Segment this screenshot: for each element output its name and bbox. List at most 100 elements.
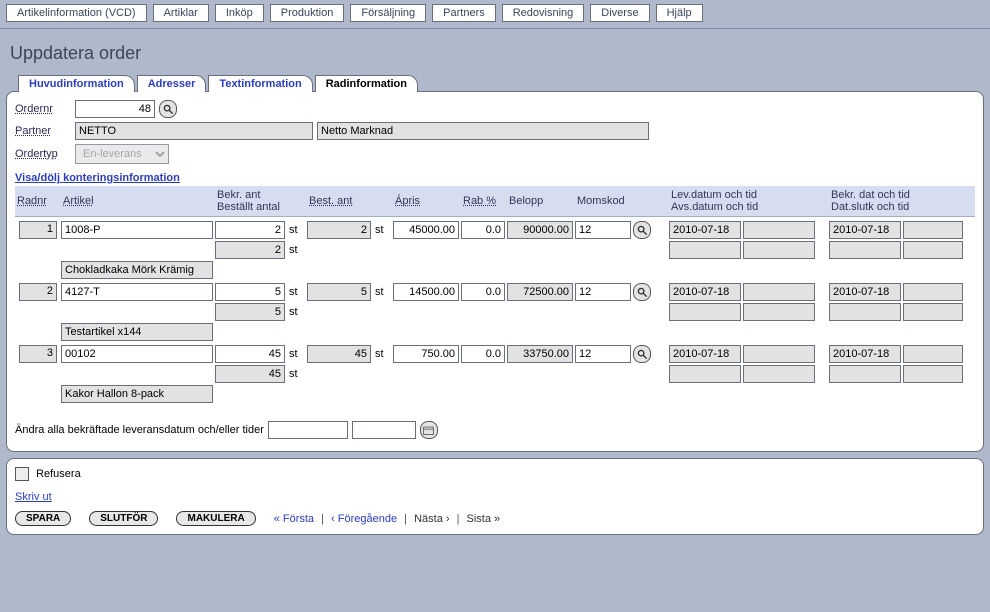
bekr-ant-input[interactable] bbox=[215, 283, 285, 301]
tab-textinformation[interactable]: Textinformation bbox=[208, 75, 312, 92]
menu-inkop[interactable]: Inköp bbox=[215, 4, 264, 22]
bulk-time-input[interactable] bbox=[352, 421, 416, 439]
best-ant-field bbox=[307, 221, 371, 239]
ordernr-label: Ordernr bbox=[15, 103, 71, 115]
best-ant-field bbox=[307, 283, 371, 301]
table-row-secondary: st bbox=[15, 365, 975, 383]
artikel-name-field bbox=[61, 261, 213, 279]
belopp-field bbox=[507, 283, 573, 301]
menu-partners[interactable]: Partners bbox=[432, 4, 496, 22]
menu-diverse[interactable]: Diverse bbox=[590, 4, 649, 22]
table-row-name bbox=[15, 385, 975, 403]
makulera-button[interactable]: MAKULERA bbox=[176, 511, 255, 526]
momskod-lookup-button[interactable] bbox=[633, 283, 651, 301]
toggle-kontering-link[interactable]: Visa/dölj konteringsinformation bbox=[15, 168, 975, 186]
bekr-datum-field bbox=[829, 221, 901, 239]
slutk-datum-field bbox=[829, 241, 901, 259]
col-belopp: Belopp bbox=[507, 194, 573, 208]
refusera-row: Refusera bbox=[15, 467, 975, 481]
menu-forsaljning[interactable]: Försäljning bbox=[350, 4, 426, 22]
avs-tid-field bbox=[743, 241, 815, 259]
col-bekr-bestallt: Bekr. ant Beställt antal bbox=[215, 188, 305, 214]
momskod-input[interactable] bbox=[575, 221, 631, 239]
slutk-tid-field bbox=[903, 365, 963, 383]
bekr-datum-field bbox=[829, 345, 901, 363]
lev-tid-field bbox=[743, 221, 815, 239]
avs-datum-field bbox=[669, 241, 741, 259]
refusera-checkbox[interactable] bbox=[15, 467, 29, 481]
col-apris: Ápris bbox=[393, 194, 459, 208]
slutk-tid-field bbox=[903, 303, 963, 321]
artikel-name-field bbox=[61, 385, 213, 403]
menu-redovisning[interactable]: Redovisning bbox=[502, 4, 585, 22]
refusera-label: Refusera bbox=[36, 468, 81, 480]
bekr-tid-field bbox=[903, 283, 963, 301]
momskod-input[interactable] bbox=[575, 345, 631, 363]
bekr-ant-input[interactable] bbox=[215, 345, 285, 363]
spara-button[interactable]: SPARA bbox=[15, 511, 71, 526]
momskod-lookup-button[interactable] bbox=[633, 345, 651, 363]
apris-input[interactable] bbox=[393, 345, 459, 363]
tab-adresser[interactable]: Adresser bbox=[137, 75, 207, 92]
momskod-input[interactable] bbox=[575, 283, 631, 301]
col-lev-avs: Lev.datum och tid Avs.datum och tid bbox=[669, 188, 815, 214]
skriv-ut-link[interactable]: Skriv ut bbox=[15, 491, 52, 503]
main-menubar: Artikelinformation (VCD) Artiklar Inköp … bbox=[0, 0, 990, 29]
artikel-code-input[interactable] bbox=[61, 345, 213, 363]
rab-input[interactable] bbox=[461, 283, 505, 301]
ordernr-input[interactable] bbox=[75, 100, 155, 118]
slutfor-button[interactable]: SLUTFÖR bbox=[89, 511, 158, 526]
search-icon bbox=[637, 349, 648, 360]
ordertyp-select: En-leverans bbox=[75, 144, 169, 164]
unit-label: st bbox=[287, 306, 305, 318]
belopp-field bbox=[507, 221, 573, 239]
lev-datum-field bbox=[669, 345, 741, 363]
menu-artiklar[interactable]: Artiklar bbox=[153, 4, 209, 22]
table-row: 1stst bbox=[15, 221, 975, 239]
unit-label: st bbox=[287, 244, 305, 256]
search-icon bbox=[637, 287, 648, 298]
rab-input[interactable] bbox=[461, 221, 505, 239]
pager-first[interactable]: « Första bbox=[274, 513, 314, 525]
artikel-code-input[interactable] bbox=[61, 221, 213, 239]
col-best-ant: Best. ant bbox=[307, 194, 391, 208]
col-momskod: Momskod bbox=[575, 194, 655, 208]
best-ant-field bbox=[307, 345, 371, 363]
rab-input[interactable] bbox=[461, 345, 505, 363]
bulk-date-input[interactable] bbox=[268, 421, 348, 439]
bestallt-antal-field bbox=[215, 241, 285, 259]
avs-datum-field bbox=[669, 303, 741, 321]
tabstrip: Huvudinformation Adresser Textinformatio… bbox=[18, 75, 990, 92]
bekr-datum-field bbox=[829, 283, 901, 301]
footer-panel: Refusera Skriv ut SPARA SLUTFÖR MAKULERA… bbox=[6, 458, 984, 535]
apris-input[interactable] bbox=[393, 221, 459, 239]
bekr-tid-field bbox=[903, 221, 963, 239]
tab-huvudinformation[interactable]: Huvudinformation bbox=[18, 75, 135, 92]
tab-radinformation[interactable]: Radinformation bbox=[315, 75, 418, 92]
partner-label: Partner bbox=[15, 125, 71, 137]
search-icon bbox=[637, 225, 648, 236]
momskod-lookup-button[interactable] bbox=[633, 221, 651, 239]
calendar-icon bbox=[423, 425, 434, 436]
lev-datum-field bbox=[669, 283, 741, 301]
pager-prev[interactable]: ‹ Föregående bbox=[331, 513, 397, 525]
bekr-ant-input[interactable] bbox=[215, 221, 285, 239]
menu-hjalp[interactable]: Hjälp bbox=[656, 4, 703, 22]
menu-produktion[interactable]: Produktion bbox=[270, 4, 345, 22]
table-row: 3stst bbox=[15, 345, 975, 363]
col-bekr-dat: Bekr. dat och tid Dat.slutk och tid bbox=[829, 188, 963, 214]
ordernr-lookup-button[interactable] bbox=[159, 100, 177, 118]
row-number: 2 bbox=[19, 283, 57, 301]
slutk-datum-field bbox=[829, 365, 901, 383]
unit-label: st bbox=[287, 286, 305, 298]
avs-tid-field bbox=[743, 365, 815, 383]
avs-datum-field bbox=[669, 365, 741, 383]
row-number: 1 bbox=[19, 221, 57, 239]
artikel-code-input[interactable] bbox=[61, 283, 213, 301]
bulk-calendar-button[interactable] bbox=[420, 421, 438, 439]
row-number: 3 bbox=[19, 345, 57, 363]
apris-input[interactable] bbox=[393, 283, 459, 301]
grid-header: Radnr Artikel Bekr. ant Beställt antal B… bbox=[15, 186, 975, 217]
menu-artikelinformation[interactable]: Artikelinformation (VCD) bbox=[6, 4, 147, 22]
page-title: Uppdatera order bbox=[0, 29, 990, 74]
